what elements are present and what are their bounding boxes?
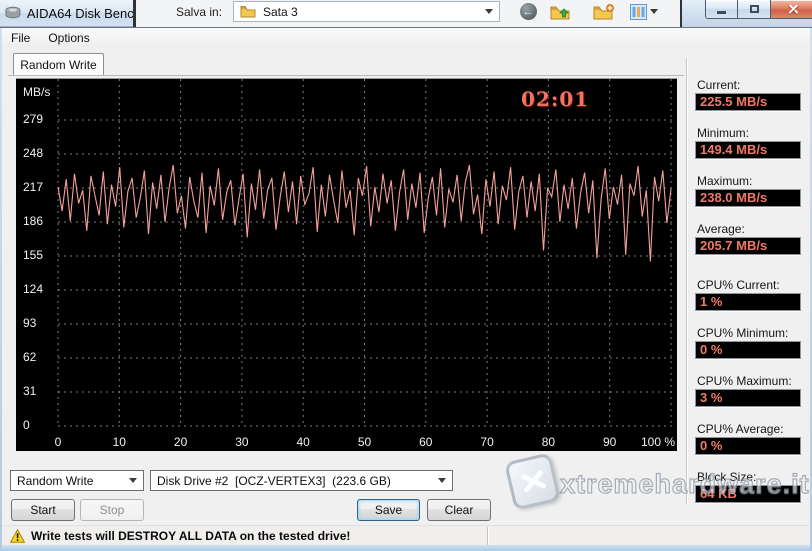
dialog-window-controls: [680, 0, 812, 27]
save-button[interactable]: Save: [357, 499, 420, 521]
benchmark-window: File Options Random Write MB/s 02:01 279…: [0, 27, 812, 551]
stat-label: CPU% Average:: [697, 422, 784, 436]
close-icon: [787, 3, 800, 16]
new-folder-icon[interactable]: [591, 2, 617, 21]
y-tick-label: 124: [23, 282, 44, 296]
chevron-down-icon: [438, 478, 446, 483]
y-axis-unit: MB/s: [23, 85, 51, 99]
window-left-border: [0, 28, 2, 551]
stat-label: Maximum:: [697, 174, 753, 188]
stat-value: 238.0 MB/s: [695, 189, 801, 207]
x-tick-label: 30: [235, 435, 249, 449]
chevron-down-icon: [129, 478, 137, 483]
app-titlebar[interactable]: AIDA64 Disk Bench: [0, 0, 133, 27]
menu-options[interactable]: Options: [39, 29, 98, 47]
y-tick-label: 186: [23, 214, 44, 228]
stat-label: Average:: [697, 222, 745, 236]
tab-random-write[interactable]: Random Write: [13, 53, 104, 76]
y-tick-label: 279: [23, 112, 44, 126]
chevron-down-icon: [485, 9, 493, 14]
y-tick-label: 31: [23, 384, 37, 398]
maximize-button[interactable]: [738, 0, 771, 19]
stat-value: 64 KB: [695, 485, 801, 503]
close-button[interactable]: [771, 0, 812, 19]
x-tick-label: 100 %: [640, 435, 675, 449]
x-tick-label: 50: [357, 435, 372, 449]
y-tick-label: 93: [23, 316, 37, 330]
x-tick-label: 20: [173, 435, 188, 449]
maximize-icon: [749, 5, 759, 13]
minimize-icon: [717, 10, 726, 14]
test-type-combo[interactable]: Random Write: [10, 470, 144, 491]
stat-value: 0 %: [695, 341, 801, 359]
benchmark-chart: MB/s 02:01 279 248 217 186 155 124 93 62 31 0 0 10…: [16, 78, 677, 451]
views-chevron-icon[interactable]: [650, 9, 658, 14]
drive-value: Disk Drive #2 [OCZ-VERTEX3] (223.6 GB): [157, 473, 391, 488]
x-tick-label: 80: [541, 435, 556, 449]
up-folder-icon[interactable]: [548, 2, 572, 21]
stat-value: 3 %: [695, 389, 801, 407]
warning-icon: [10, 528, 25, 543]
drive-combo[interactable]: Disk Drive #2 [OCZ-VERTEX3] (223.6 GB): [150, 470, 453, 491]
save-location-value: Sata 3: [263, 4, 298, 19]
stat-value: 205.7 MB/s: [695, 237, 801, 255]
x-tick-label: 0: [54, 435, 62, 449]
stats-panel: Current: 225.5 MB/s Minimum: 149.4 MB/s …: [690, 28, 808, 551]
stat-value: 149.4 MB/s: [695, 141, 801, 159]
test-type-value: Random Write: [17, 473, 94, 488]
y-tick-label: 248: [23, 146, 44, 160]
save-in-label: Salva in:: [176, 5, 223, 19]
minimize-button[interactable]: [705, 0, 738, 19]
menu-file[interactable]: File: [2, 29, 39, 47]
x-tick-label: 60: [419, 435, 433, 449]
stat-value: 1 %: [695, 293, 801, 311]
x-tick-label: 10: [112, 435, 126, 449]
screen: AIDA64 Disk Bench Salva in: Sata 3 ← Fil…: [0, 0, 812, 551]
chart-plot: [57, 79, 673, 427]
stat-label: CPU% Maximum:: [697, 374, 792, 388]
save-location-combo[interactable]: Sata 3: [233, 1, 500, 22]
back-icon[interactable]: ←: [518, 2, 538, 21]
status-bar: Write tests will DESTROY ALL DATA on the…: [2, 525, 810, 545]
stat-label: CPU% Minimum:: [697, 326, 789, 340]
stat-label: Current:: [697, 78, 741, 92]
y-tick-label: 62: [23, 350, 37, 364]
views-icon[interactable]: [628, 2, 648, 21]
y-tick-label: 155: [23, 248, 44, 262]
folder-icon: [240, 6, 256, 18]
stat-value: 225.5 MB/s: [695, 93, 801, 111]
y-tick-label: 217: [23, 180, 44, 194]
disk-stack-icon: [5, 6, 21, 19]
stat-label: Minimum:: [697, 126, 750, 140]
menu-bar: File Options: [2, 28, 810, 47]
stop-button[interactable]: Stop: [80, 499, 144, 521]
status-warning-text: Write tests will DESTROY ALL DATA on the…: [31, 528, 351, 543]
x-tick-label: 70: [480, 435, 494, 449]
stat-value: 0 %: [695, 437, 801, 455]
x-tick-label: 40: [296, 435, 310, 449]
panel-separator: [686, 58, 688, 505]
tab-baseline: [8, 75, 684, 76]
status-divider: [487, 527, 489, 545]
window-bottom-border: [0, 545, 812, 551]
stat-label: Block Size:: [697, 470, 757, 484]
start-button[interactable]: Start: [11, 499, 75, 521]
app-title: AIDA64 Disk Bench: [26, 5, 133, 21]
elapsed-time: 02:01: [521, 87, 590, 111]
save-dialog-bar: Salva in: Sata 3 ←: [133, 0, 680, 27]
y-tick-label: 0: [23, 418, 30, 432]
clear-button[interactable]: Clear: [427, 499, 491, 521]
stat-label: CPU% Current:: [697, 278, 780, 292]
